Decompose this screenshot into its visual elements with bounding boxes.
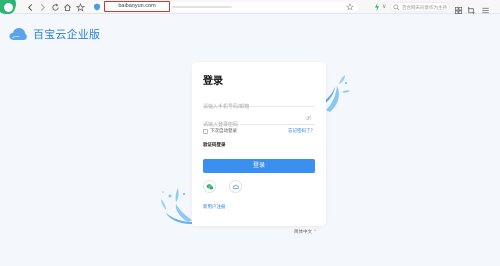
lightning-icon[interactable] bbox=[372, 2, 382, 12]
cloud-logo-icon bbox=[9, 28, 27, 40]
address-bar[interactable]: baibaoyun.com bbox=[90, 1, 358, 12]
browser-toolbar: baibaoyun.com ∨ 百合网未同意作为主持 bbox=[0, 0, 500, 15]
wechat-icon bbox=[206, 183, 214, 190]
eye-icon[interactable] bbox=[305, 115, 312, 121]
wechat-login-button[interactable] bbox=[203, 180, 216, 193]
sso-icon bbox=[232, 184, 239, 189]
bookmark-icon[interactable] bbox=[346, 3, 354, 11]
forgot-password-link[interactable]: 忘记密码了？ bbox=[288, 128, 315, 134]
account-field[interactable] bbox=[203, 95, 315, 113]
refresh-icon[interactable] bbox=[50, 2, 60, 12]
tools-icon[interactable] bbox=[454, 2, 464, 15]
account-input[interactable] bbox=[203, 101, 315, 113]
remember-checkbox[interactable] bbox=[203, 129, 208, 134]
password-field[interactable] bbox=[203, 113, 315, 131]
menu-icon[interactable] bbox=[481, 2, 491, 14]
language-selector[interactable]: 简体中文 ⌃ bbox=[294, 229, 317, 235]
search-placeholder: 百合网未同意作为主持 bbox=[402, 5, 447, 10]
browser-search-box[interactable]: 百合网未同意作为主持 bbox=[390, 2, 450, 12]
home-icon[interactable] bbox=[62, 2, 72, 12]
forward-arrow-icon[interactable] bbox=[37, 2, 47, 12]
url-text[interactable]: baibaoyun.com bbox=[104, 1, 170, 12]
star-icon[interactable] bbox=[75, 2, 85, 12]
browser-logo-icon bbox=[0, 0, 16, 14]
login-title: 登录 bbox=[203, 76, 223, 87]
chevron-down-icon[interactable]: ∨ bbox=[382, 2, 390, 12]
water-splash-right-decoration bbox=[322, 75, 350, 112]
brand-name: 百宝云企业版 bbox=[33, 29, 101, 41]
brand: 百宝云企业版 bbox=[9, 26, 100, 42]
register-link[interactable]: 新用户注册 bbox=[203, 204, 226, 210]
remember-label: 下次自动登录 bbox=[210, 128, 237, 133]
sso-login-button[interactable] bbox=[229, 180, 242, 193]
code-login-link[interactable]: 验证码登录 bbox=[203, 142, 226, 148]
back-arrow-icon[interactable] bbox=[25, 2, 35, 12]
shield-icon bbox=[94, 3, 100, 11]
search-icon bbox=[393, 4, 400, 11]
login-button[interactable]: 登录 bbox=[203, 159, 315, 173]
water-splash-left-decoration bbox=[161, 188, 192, 224]
url-path-blurred bbox=[172, 6, 232, 8]
screenshot-icon[interactable] bbox=[467, 2, 477, 15]
